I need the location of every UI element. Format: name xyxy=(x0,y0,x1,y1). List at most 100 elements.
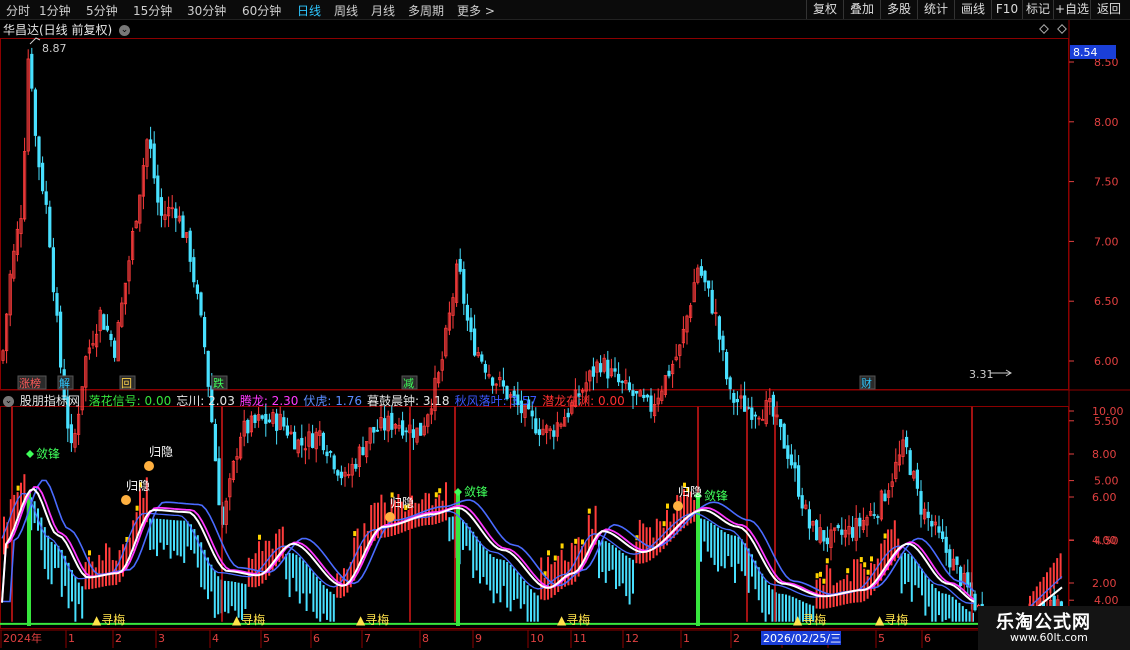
price-candle-body xyxy=(825,537,830,545)
period-tab-intraday[interactable]: 分时 xyxy=(6,2,30,19)
indicator-tick-label: 10.00 xyxy=(1092,405,1124,418)
indicator-value: 忘川: 2.03 xyxy=(176,394,235,408)
price-candle-body xyxy=(797,465,801,497)
cursor-date-label: 2026/02/25/三 xyxy=(763,632,841,645)
period-tab-multi[interactable]: 多周期 xyxy=(408,2,444,19)
price-candle-body xyxy=(332,455,336,470)
price-candle-body xyxy=(883,493,887,502)
back-button[interactable]: 返回 xyxy=(1090,0,1127,19)
price-candle-body xyxy=(699,266,704,276)
time-axis-label: 2 xyxy=(115,632,122,645)
price-candle-body xyxy=(710,289,714,314)
indicator-stick-highlight xyxy=(815,573,819,579)
sword-signal-label: 敛锋 xyxy=(704,488,728,503)
price-candle-body xyxy=(959,566,963,587)
indicator-values: 落花信号: 0.00 忘川: 2.03 腾龙: 2.30 伏虎: 1.76 暮鼓晨钟: … xyxy=(89,394,630,408)
price-candle-body xyxy=(152,143,156,179)
price-candle-body xyxy=(339,471,344,479)
indicator-title-bar: ⌄ 股朋指标网 落花信号: 0.00 忘川: 2.03 腾龙: 2.30 伏虎: 1.… xyxy=(3,392,635,409)
price-candle-body xyxy=(725,351,729,380)
price-tick-label: 6.50 xyxy=(1094,295,1119,308)
price-candle-body xyxy=(501,380,506,387)
retreat-signal-label: 归隐 xyxy=(126,479,150,493)
more-periods-button[interactable]: 更多 > xyxy=(457,2,495,19)
time-axis-label: 6 xyxy=(924,632,931,645)
overlay-button[interactable]: 叠加 xyxy=(843,0,880,19)
period-tab-daily[interactable]: 日线 xyxy=(297,2,321,19)
f10-button[interactable]: F10 xyxy=(991,0,1022,19)
period-tab-30min[interactable]: 30分钟 xyxy=(187,2,226,19)
indicator-stick-highlight xyxy=(866,569,870,575)
event-markers: 涨榜 解 回 跌 减 财 xyxy=(17,375,876,390)
price-candle-body xyxy=(199,292,203,316)
indicator-value: 伏虎: 1.76 xyxy=(303,394,362,408)
chevron-down-icon[interactable]: ⌄ xyxy=(3,396,14,407)
time-axis-label: 12 xyxy=(625,632,639,645)
multi-stock-button[interactable]: 多股 xyxy=(880,0,917,19)
price-candle-body xyxy=(159,197,163,216)
indicator-stick-highlight xyxy=(581,539,584,545)
stock-title[interactable]: 华昌达(日线 前复权) xyxy=(3,23,112,37)
retreat-signal-label: 归隐 xyxy=(149,445,173,459)
adjust-button[interactable]: 复权 xyxy=(806,0,843,19)
chevron-down-icon[interactable]: ⌄ xyxy=(119,25,131,36)
price-candle-body xyxy=(851,527,855,538)
price-candle-body xyxy=(181,215,185,238)
price-candle-body xyxy=(937,526,941,533)
price-candle-body xyxy=(743,395,747,412)
price-candle-body xyxy=(41,162,45,192)
price-candle-body xyxy=(786,445,790,459)
price-candle-body xyxy=(188,230,192,262)
event-marker-label: 减 xyxy=(403,377,414,390)
price-candle-body xyxy=(771,394,776,417)
price-candle-body xyxy=(462,269,466,304)
seek-signal-label: ▲寻梅 xyxy=(793,612,826,627)
svg-text:3.31: 3.31 xyxy=(969,368,994,381)
price-candle-body xyxy=(836,525,840,529)
time-axis-label: 7 xyxy=(364,632,371,645)
event-marker-label: 跌 xyxy=(213,376,224,390)
period-tab-monthly[interactable]: 月线 xyxy=(371,2,395,19)
period-tab-weekly[interactable]: 周线 xyxy=(334,2,358,19)
price-candle-body xyxy=(919,491,923,515)
price-candle-body xyxy=(840,529,844,535)
period-tab-5min[interactable]: 5分钟 xyxy=(86,2,118,19)
price-tick-label: 6.00 xyxy=(1094,355,1119,368)
indicator-value: 暮鼓晨钟: 3.18 xyxy=(366,394,450,408)
indicator-tick-label: 8.00 xyxy=(1092,448,1117,461)
price-candle-body xyxy=(375,429,380,432)
period-tab-15min[interactable]: 15分钟 xyxy=(133,2,172,19)
price-candle-body xyxy=(872,514,876,516)
price-candle-body xyxy=(858,517,862,527)
time-axis-label: 11 xyxy=(573,632,587,645)
indicator-name[interactable]: 股朋指标网 xyxy=(20,394,80,408)
price-candle-body xyxy=(599,363,603,373)
statistics-button[interactable]: 统计 xyxy=(917,0,954,19)
indicator-value: 落花信号: 0.00 xyxy=(88,394,172,408)
price-candle-body xyxy=(213,423,217,462)
price-candle-body xyxy=(732,393,736,403)
time-axis-label: 6 xyxy=(313,632,320,645)
draw-line-button[interactable]: 画线 xyxy=(954,0,991,19)
hand-icon xyxy=(673,501,683,511)
time-axis-label: 5 xyxy=(263,632,270,645)
price-candle-body xyxy=(800,495,804,509)
price-candle-body xyxy=(372,426,376,433)
price-candle-body xyxy=(44,191,48,205)
seek-signal-label: ▲寻梅 xyxy=(557,612,590,627)
indicator-stick-highlight xyxy=(574,538,578,544)
price-candle-body xyxy=(944,536,948,553)
chart-canvas[interactable]: 8.508.007.507.006.506.005.505.004.504.00… xyxy=(0,0,1130,650)
price-candle-body xyxy=(469,317,473,333)
price-candle-body xyxy=(267,419,272,423)
indicator-stick-highlight xyxy=(870,556,873,562)
price-candle-body xyxy=(930,520,934,527)
panel-diamond-icons[interactable] xyxy=(1039,24,1067,34)
add-watchlist-button[interactable]: +自选 xyxy=(1053,0,1090,19)
price-candle-body xyxy=(707,280,711,289)
period-tab-60min[interactable]: 60分钟 xyxy=(242,2,281,19)
mark-button[interactable]: 标记 xyxy=(1022,0,1053,19)
period-tab-1min[interactable]: 1分钟 xyxy=(39,2,71,19)
price-candle-body xyxy=(105,325,109,331)
time-axis-label: 5 xyxy=(878,632,885,645)
